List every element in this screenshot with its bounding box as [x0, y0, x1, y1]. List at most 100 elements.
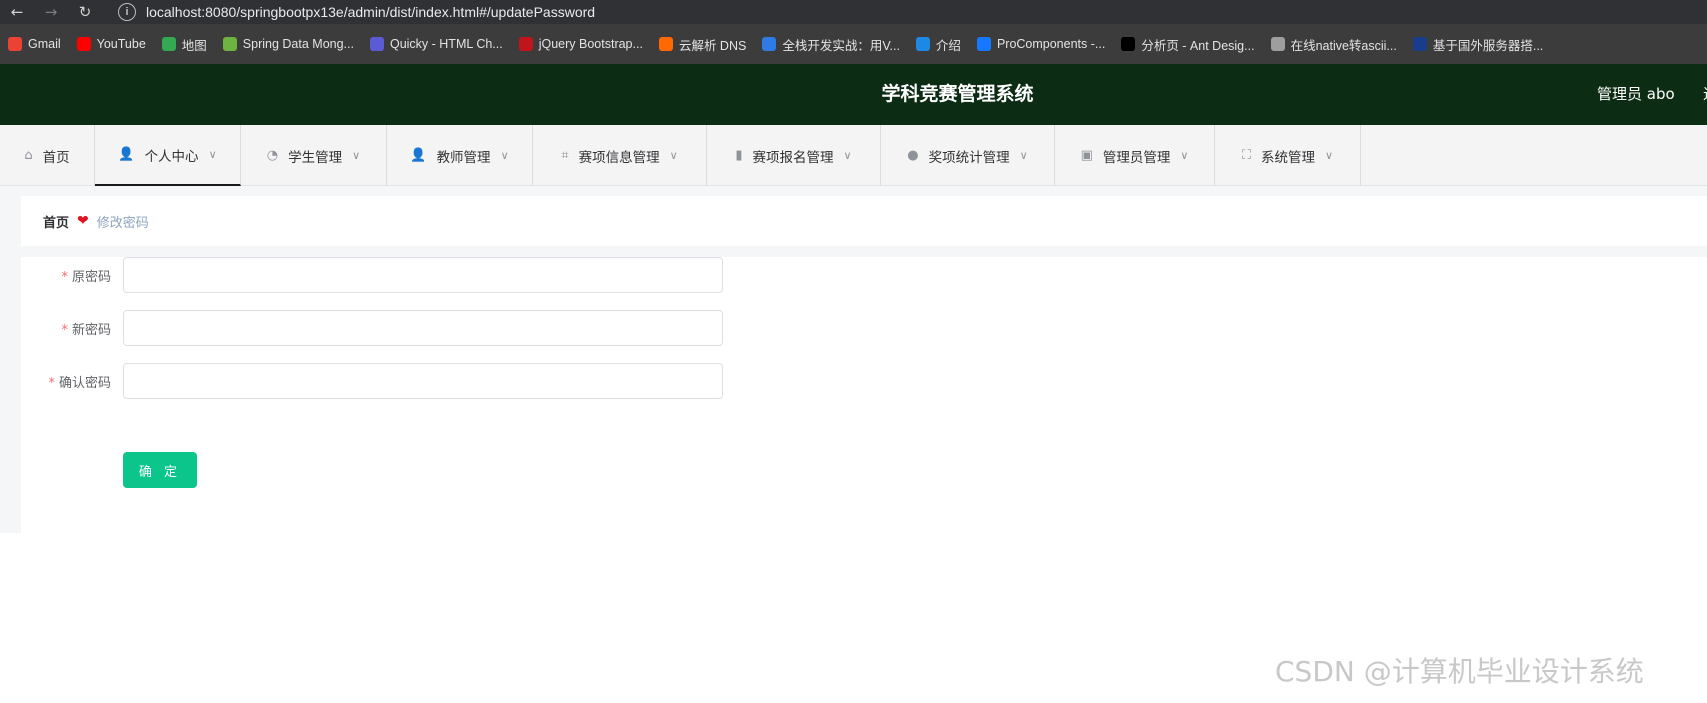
app-header: 学科竞赛管理系统 管理员 abo 退	[0, 64, 1707, 125]
menu-item-8[interactable]: ▣ 管理员管理 ∨	[1055, 125, 1215, 186]
bookmark-item[interactable]: ProComponents -...	[976, 37, 1106, 51]
bookmark-label: 云解析 DNS	[678, 38, 747, 53]
bookmark-item[interactable]: 在线native转ascii...	[1270, 35, 1397, 54]
menu-item-5[interactable]: ⌗ 赛项信息管理 ∨	[533, 125, 707, 186]
bookmark-label: 基于国外服务器搭...	[1432, 38, 1544, 53]
jquery-icon	[518, 37, 533, 51]
bookmark-item[interactable]: Gmail	[8, 37, 61, 51]
home-icon: ⌂	[24, 148, 33, 163]
chevron-down-icon: ∨	[843, 149, 852, 162]
site-info-icon[interactable]: i	[118, 3, 136, 21]
bookmark-label: 分析页 - Ant Desig...	[1141, 38, 1255, 53]
chevron-down-icon: ∨	[1019, 149, 1028, 162]
chevron-down-icon: ∨	[500, 149, 509, 162]
bookmark-item[interactable]: YouTube	[76, 37, 146, 51]
bookmark-label: jQuery Bootstrap...	[538, 37, 643, 51]
menu-item-7[interactable]: ● 奖项统计管理 ∨	[881, 125, 1055, 186]
menu-item-2[interactable]: 👤 个人中心 ∨	[95, 125, 241, 186]
bookmark-item[interactable]: 地图	[161, 35, 207, 54]
bookmark-item[interactable]: 全栈开发实战：用V...	[762, 35, 900, 54]
bookmark-item[interactable]: 基于国外服务器搭...	[1412, 35, 1544, 54]
form-row-old-password: * 原密码	[21, 257, 723, 293]
crop-icon: ⌗	[561, 148, 569, 163]
m-icon	[762, 37, 777, 51]
aliyun-icon	[658, 37, 673, 51]
bookmark-label: 介绍	[935, 38, 961, 53]
menu-item-label: 系统管理	[1261, 149, 1316, 166]
menu-item-4[interactable]: 👤 教师管理 ∨	[387, 125, 533, 186]
browser-address-bar: ← → ↻ i localhost:8080/springbootpx13e/a…	[0, 0, 1707, 24]
form-row-confirm-password: * 确认密码	[21, 363, 723, 399]
menu-item-label: 首页	[42, 149, 70, 166]
new-password-label-text: 新密码	[71, 322, 111, 338]
bookmark-label: Quicky - HTML Ch...	[389, 37, 503, 51]
gauge-icon: ◔	[266, 148, 279, 163]
bookmark-label: ProComponents -...	[996, 37, 1106, 51]
menu-item-label: 管理员管理	[1102, 149, 1171, 166]
bookmark-item[interactable]: 介绍	[915, 35, 961, 54]
new-password-input[interactable]	[123, 310, 723, 346]
csdn-watermark: CSDN @计算机毕业设计系统	[1275, 655, 1644, 688]
top-menu: ⌂ 首页 👤 个人中心 ∨ ◔ 学生管理 ∨ 👤 教师管理 ∨ ⌗ 赛项信息管理 ∨ ▮ 赛项报名管理 ∨ ● 奖项…	[0, 125, 1707, 186]
app-title: 学科竞赛管理系统	[881, 83, 1034, 105]
youtube-icon	[76, 37, 91, 51]
bar-chart-icon: ▮	[735, 148, 743, 163]
chevron-down-icon: ∨	[669, 149, 678, 162]
user-icon: 👤	[410, 148, 427, 163]
chevron-down-icon: ∨	[1325, 149, 1334, 162]
menu-item-label: 个人中心	[144, 148, 199, 165]
confirm-password-input[interactable]	[123, 363, 723, 399]
url-text: localhost:8080/springbootpx13e/admin/dis…	[146, 4, 596, 20]
chevron-down-icon: ∨	[208, 148, 217, 161]
breadcrumb-current: 修改密码	[96, 215, 149, 231]
bookmark-item[interactable]: Quicky - HTML Ch...	[369, 37, 503, 51]
menu-item-label: 赛项报名管理	[752, 149, 834, 166]
logout-link[interactable]: 退	[1703, 64, 1707, 125]
submit-button[interactable]: 确 定	[123, 452, 197, 488]
maps-icon	[161, 37, 176, 51]
reload-icon[interactable]: ↻	[68, 0, 102, 24]
bookmark-label: 全栈开发实战：用V...	[782, 38, 900, 53]
required-mark: *	[61, 322, 68, 338]
messenger-icon	[369, 37, 384, 51]
globe-blue-icon	[915, 37, 930, 51]
chevron-down-icon: ∨	[1180, 149, 1189, 162]
bookmark-item[interactable]: Spring Data Mong...	[222, 37, 354, 51]
breadcrumb-home[interactable]: 首页	[43, 212, 69, 231]
menu-item-9[interactable]: ⛶ 系统管理 ∨	[1215, 125, 1361, 186]
current-user[interactable]: 管理员 abo	[1597, 64, 1675, 125]
menu-item-label: 赛项信息管理	[578, 149, 660, 166]
balloon-icon: ●	[907, 148, 919, 163]
required-mark: *	[48, 375, 55, 391]
bookmark-item[interactable]: 云解析 DNS	[658, 35, 747, 54]
confirm-password-label-text: 确认密码	[58, 375, 111, 391]
bookmark-label: 地图	[181, 38, 207, 53]
breadcrumb: 首页 ❤ 修改密码	[21, 196, 1707, 246]
menu-item-label: 教师管理	[436, 149, 491, 166]
confirm-password-label: * 确认密码	[21, 372, 123, 391]
bookmark-item[interactable]: jQuery Bootstrap...	[518, 37, 643, 51]
menu-item-1[interactable]: ⌂ 首页	[0, 125, 95, 186]
menu-item-3[interactable]: ◔ 学生管理 ∨	[241, 125, 387, 186]
bookmarks-bar: Gmail YouTube 地图 Spring Data Mong... Quicky …	[0, 24, 1707, 64]
required-mark: *	[61, 269, 68, 285]
bookmark-label: Gmail	[28, 37, 61, 51]
pro-icon	[1121, 37, 1136, 51]
url-bar[interactable]: i localhost:8080/springbootpx13e/admin/d…	[118, 0, 595, 24]
chevron-down-icon: ∨	[352, 149, 361, 162]
menu-item-6[interactable]: ▮ 赛项报名管理 ∨	[707, 125, 881, 186]
old-password-input[interactable]	[123, 257, 723, 293]
old-password-label: * 原密码	[21, 266, 123, 285]
gmail-icon	[8, 37, 22, 51]
bookmark-label: 在线native转ascii...	[1290, 38, 1397, 53]
menu-item-label: 学生管理	[288, 149, 343, 166]
user-icon: 👤	[118, 147, 135, 162]
clipboard-icon: ▣	[1080, 148, 1093, 163]
back-arrow-icon[interactable]: ←	[0, 0, 34, 24]
change-password-form: * 原密码 * 新密码 * 确认密码 确 定	[21, 257, 1707, 533]
old-password-label-text: 原密码	[71, 269, 111, 285]
bookmark-item[interactable]: 分析页 - Ant Desig...	[1121, 35, 1255, 54]
flag-icon	[1412, 37, 1427, 51]
forward-arrow-icon[interactable]: →	[34, 0, 68, 24]
spring-icon	[222, 37, 237, 51]
